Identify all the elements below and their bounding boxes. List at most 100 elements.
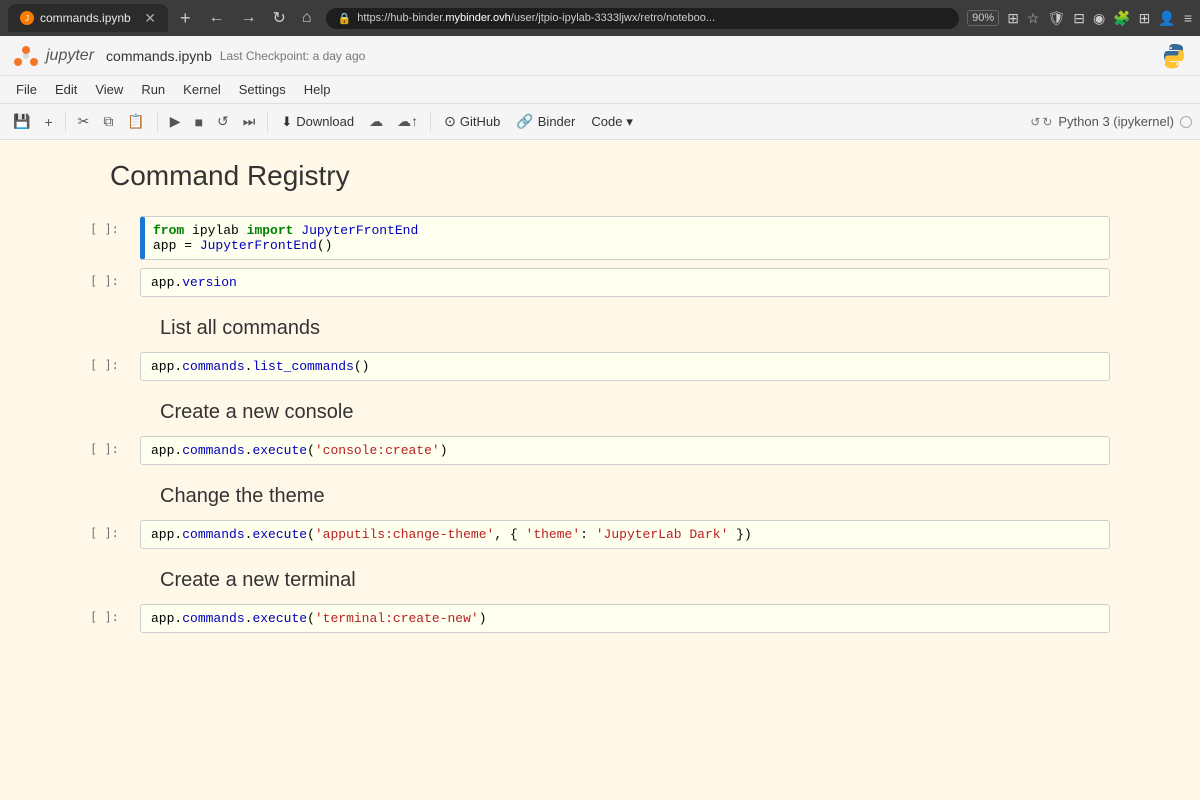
- paste-button[interactable]: 📋: [122, 110, 149, 133]
- nav-buttons: ← → ↻ ⌂: [203, 4, 318, 32]
- stop-button[interactable]: ■: [190, 111, 208, 133]
- python-logo: [1160, 42, 1188, 70]
- section-change-theme: Change the theme: [160, 485, 1110, 508]
- section-list-commands: List all commands: [160, 317, 1110, 340]
- browser-chrome: J commands.ipynb ✕ + ← → ↻ ⌂ 🔒 https://h…: [0, 0, 1200, 36]
- refresh-kernel-icon2: ↻: [1042, 115, 1052, 129]
- cell-2[interactable]: [ ]: app.version: [90, 268, 1110, 297]
- binder-label: Binder: [538, 114, 576, 129]
- upload-button2[interactable]: ☁↑: [392, 110, 423, 133]
- add-cell-button[interactable]: +: [39, 111, 57, 133]
- browser-tab[interactable]: J commands.ipynb ✕: [8, 4, 168, 32]
- cell-type-chevron: ▾: [626, 114, 633, 130]
- jupyter-logo[interactable]: jupyter: [12, 42, 94, 70]
- jupyter-appbar: jupyter commands.ipynb Last Checkpoint: …: [0, 36, 1200, 76]
- cell-3-code: app.commands.list_commands(): [151, 359, 369, 374]
- binder-icon: 🔗: [516, 113, 533, 130]
- cell-5[interactable]: [ ]: app.commands.execute('apputils:chan…: [90, 520, 1110, 549]
- back-button[interactable]: ←: [203, 5, 231, 31]
- menu-edit[interactable]: Edit: [47, 79, 85, 100]
- tab-close-button[interactable]: ✕: [144, 10, 156, 27]
- kernel-status-dots: ↺ ↻: [1030, 115, 1052, 129]
- menu-view[interactable]: View: [87, 79, 131, 100]
- cell-1-number: [ ]:: [90, 216, 140, 236]
- jupyter-logo-icon: [12, 42, 40, 70]
- notebook-filename[interactable]: commands.ipynb: [106, 48, 212, 64]
- github-button[interactable]: ⊙ GitHub: [438, 110, 506, 133]
- refresh-button[interactable]: ↻: [267, 4, 292, 32]
- shield-icon: 🛡: [1047, 10, 1065, 27]
- cell-1-input[interactable]: from ipylab import JupyterFrontEnd app =…: [140, 216, 1110, 260]
- copy-button[interactable]: ⧉: [98, 110, 118, 133]
- notebook-inner: Command Registry [ ]: from ipylab import…: [70, 160, 1130, 633]
- menu-icon[interactable]: ≡: [1184, 10, 1192, 26]
- toolbar-separator-1: [65, 112, 66, 132]
- github-label: GitHub: [460, 114, 500, 129]
- url-highlight: mybinder.ovh: [445, 12, 510, 24]
- cell-3[interactable]: [ ]: app.commands.list_commands(): [90, 352, 1110, 381]
- menu-file[interactable]: File: [8, 79, 45, 100]
- cell-4-code: app.commands.execute('console:create'): [151, 443, 448, 458]
- binder-button[interactable]: 🔗 Binder: [510, 110, 581, 133]
- cell-3-number: [ ]:: [90, 352, 140, 372]
- cell-2-code: app.version: [151, 275, 237, 290]
- restart-run-button[interactable]: ⏭: [238, 110, 261, 133]
- toolbar-separator-3: [267, 112, 268, 132]
- menu-run[interactable]: Run: [133, 79, 173, 100]
- section-create-console: Create a new console: [160, 401, 1110, 424]
- url-text: https://hub-binder.mybinder.ovh/user/jtp…: [357, 12, 715, 24]
- cell-4[interactable]: [ ]: app.commands.execute('console:creat…: [90, 436, 1110, 465]
- cut-button[interactable]: ✂: [73, 110, 95, 133]
- save-button[interactable]: 💾: [8, 110, 35, 133]
- profile-icon: ◉: [1093, 10, 1105, 27]
- menu-help[interactable]: Help: [296, 79, 339, 100]
- url-suffix: /user/jtpio-ipylab-3333ljwx/retro/notebo…: [511, 12, 715, 24]
- toolbar-separator-4: [430, 112, 431, 132]
- cell-1-code: from ipylab import JupyterFrontEnd: [153, 223, 418, 238]
- menu-bar: File Edit View Run Kernel Settings Help: [0, 76, 1200, 104]
- cell-3-input[interactable]: app.commands.list_commands(): [140, 352, 1110, 381]
- cell-4-number: [ ]:: [90, 436, 140, 456]
- zoom-level: 90%: [967, 10, 999, 26]
- tab-title: commands.ipynb: [40, 11, 131, 25]
- upload-button[interactable]: ☁: [364, 110, 388, 133]
- grid-icon: ⊞: [1139, 10, 1151, 27]
- menu-settings[interactable]: Settings: [231, 79, 294, 100]
- tab-favicon: J: [20, 11, 34, 25]
- section-create-terminal: Create a new terminal: [160, 569, 1110, 592]
- cell-1[interactable]: [ ]: from ipylab import JupyterFrontEnd …: [90, 216, 1110, 260]
- home-button[interactable]: ⌂: [296, 5, 318, 31]
- checkpoint-text: Last Checkpoint: a day ago: [220, 49, 365, 63]
- cell-2-input[interactable]: app.version: [140, 268, 1110, 297]
- run-button[interactable]: ▶: [165, 110, 186, 133]
- download-icon: ⬇: [281, 114, 292, 130]
- cell-5-number: [ ]:: [90, 520, 140, 540]
- toolbar: 💾 + ✂ ⧉ 📋 ▶ ■ ↺ ⏭ ⬇ Download ☁ ☁↑ ⊙ GitH…: [0, 104, 1200, 140]
- cell-type-label: Code: [591, 114, 622, 129]
- cell-6-input[interactable]: app.commands.execute('terminal:create-ne…: [140, 604, 1110, 633]
- download-button[interactable]: ⬇ Download: [275, 111, 360, 133]
- kernel-circle: [1180, 116, 1192, 128]
- cell-6-code: app.commands.execute('terminal:create-ne…: [151, 611, 487, 626]
- cell-6[interactable]: [ ]: app.commands.execute('terminal:crea…: [90, 604, 1110, 633]
- new-tab-button[interactable]: +: [176, 8, 195, 29]
- puzzle-icon: 🧩: [1113, 10, 1130, 27]
- toolbar-separator-2: [157, 112, 158, 132]
- cell-type-select[interactable]: Code ▾: [585, 111, 639, 133]
- menu-kernel[interactable]: Kernel: [175, 79, 229, 100]
- cell-5-code: app.commands.execute('apputils:change-th…: [151, 527, 752, 542]
- kernel-info: ↺ ↻ Python 3 (ipykernel): [1030, 114, 1192, 129]
- history-icon: ⊟: [1073, 10, 1085, 27]
- jupyter-logo-text: jupyter: [46, 47, 94, 65]
- avatar-icon: 👤: [1158, 10, 1175, 27]
- url-prefix: https://hub-binder.: [357, 12, 445, 24]
- cell-1-code-line2: app = JupyterFrontEnd(): [153, 238, 332, 253]
- cell-4-input[interactable]: app.commands.execute('console:create'): [140, 436, 1110, 465]
- cell-5-input[interactable]: app.commands.execute('apputils:change-th…: [140, 520, 1110, 549]
- refresh-kernel-icon: ↺: [1030, 115, 1040, 129]
- address-bar[interactable]: 🔒 https://hub-binder.mybinder.ovh/user/j…: [326, 8, 960, 29]
- notebook-title: Command Registry: [90, 160, 1110, 192]
- cell-2-number: [ ]:: [90, 268, 140, 288]
- forward-button[interactable]: →: [235, 5, 263, 31]
- restart-button[interactable]: ↺: [212, 110, 234, 133]
